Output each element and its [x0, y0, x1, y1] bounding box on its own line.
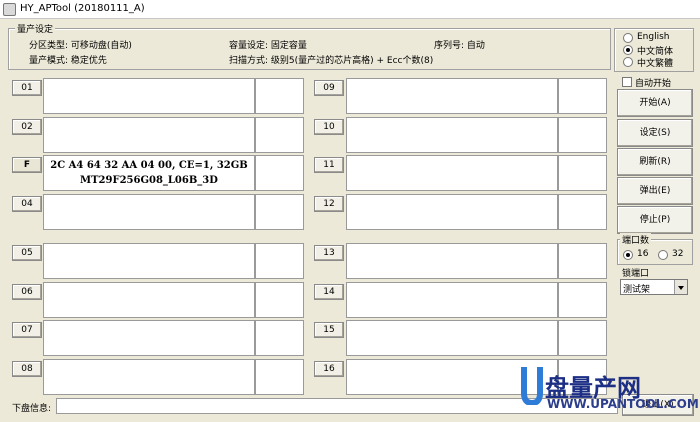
port-16-label: 16 — [637, 249, 649, 259]
stop-button[interactable]: 停止(P) — [617, 206, 693, 234]
slot-13-button[interactable]: 13 — [314, 245, 344, 261]
slot-02-button[interactable]: 02 — [12, 119, 42, 135]
slot-10-status — [558, 117, 607, 153]
watermark-url: WWW.UPANTOOL.COM — [547, 397, 699, 411]
slot-01-info — [43, 78, 255, 114]
slot-06-status — [255, 282, 304, 318]
slot-14-button[interactable]: 14 — [314, 284, 344, 300]
slot-11-status — [558, 155, 607, 191]
capacity-setting: 容量设定: 固定容量 — [229, 41, 307, 51]
start-button[interactable]: 开始(A) — [617, 89, 693, 117]
serial-number: 序列号: 自动 — [434, 41, 485, 51]
slot-07-status — [255, 320, 304, 356]
slot-11-info — [346, 155, 558, 191]
language-english-label: English — [637, 32, 670, 42]
language-group: English 中文简体 中文繁體 — [614, 28, 694, 72]
slot-13-info — [346, 243, 558, 279]
language-english-radio[interactable] — [623, 33, 633, 43]
auto-start-label: 自动开始 — [635, 79, 672, 89]
app-icon — [3, 3, 16, 16]
slot-07-button[interactable]: 07 — [12, 322, 42, 338]
status-label: 下盘信息: — [12, 404, 52, 414]
slot-08-status — [255, 359, 304, 395]
language-simplified-radio[interactable] — [623, 45, 633, 55]
slot-15-info — [346, 320, 558, 356]
slot-15-status — [558, 320, 607, 356]
slot-03-info: 2C A4 64 32 AA 04 00, CE=1, 32GB MT29F25… — [43, 155, 255, 191]
lock-port-label: 锁端口 — [622, 269, 650, 279]
slot-14-info — [346, 282, 558, 318]
slot-06-button[interactable]: 06 — [12, 284, 42, 300]
slot-14-status — [558, 282, 607, 318]
scan-mode: 扫描方式: 级别5(量产过的芯片高格) + Ecc个数(8) — [229, 56, 434, 66]
slot-05-info — [43, 243, 255, 279]
settings-group: 量产设定 分区类型: 可移动盘(自动) 容量设定: 固定容量 序列号: 自动 量… — [8, 22, 611, 70]
slot-16-button[interactable]: 16 — [314, 361, 344, 377]
port-count-label: 端口数 — [620, 233, 652, 246]
lock-port-value: 测试架 — [623, 285, 651, 295]
slot-10-button[interactable]: 10 — [314, 119, 344, 135]
slot-04-status — [255, 194, 304, 230]
slot-06-info — [43, 282, 255, 318]
slot-15-button[interactable]: 15 — [314, 322, 344, 338]
slot-01-status — [255, 78, 304, 114]
slot-11-button[interactable]: 11 — [314, 157, 344, 173]
slot-09-button[interactable]: 09 — [314, 80, 344, 96]
slot-09-info — [346, 78, 558, 114]
partition-type: 分区类型: 可移动盘(自动) — [29, 41, 132, 51]
slot-03-button[interactable]: F — [12, 157, 42, 173]
slot-01-button[interactable]: 01 — [12, 80, 42, 96]
slot-03-chip-id: 2C A4 64 32 AA 04 00, CE=1, 32GB — [50, 160, 248, 171]
slot-08-button[interactable]: 08 — [12, 361, 42, 377]
refresh-button[interactable]: 刷新(R) — [617, 148, 693, 176]
port-16-radio[interactable] — [623, 250, 633, 260]
slot-08-info — [43, 359, 255, 395]
language-traditional-radio[interactable] — [623, 57, 633, 67]
slot-05-status — [255, 243, 304, 279]
slot-09-status — [558, 78, 607, 114]
slot-12-status — [558, 194, 607, 230]
slot-12-button[interactable]: 12 — [314, 196, 344, 212]
slot-02-info — [43, 117, 255, 153]
title-bar: HY_APTool (20180111_A) — [0, 0, 700, 19]
slot-02-status — [255, 117, 304, 153]
language-traditional-label: 中文繁體 — [637, 59, 674, 69]
settings-group-label: 量产设定 — [15, 22, 56, 35]
port-32-label: 32 — [672, 249, 684, 259]
production-mode: 量产模式: 稳定优先 — [29, 56, 107, 66]
port-count-group: 端口数 16 32 — [617, 233, 693, 265]
slot-13-status — [558, 243, 607, 279]
slot-07-info — [43, 320, 255, 356]
port-32-radio[interactable] — [658, 250, 668, 260]
slot-05-button[interactable]: 05 — [12, 245, 42, 261]
slot-04-button[interactable]: 04 — [12, 196, 42, 212]
slot-03-status — [255, 155, 304, 191]
settings-button[interactable]: 设定(S) — [617, 119, 693, 147]
slot-12-info — [346, 194, 558, 230]
slot-03-chip-model: MT29F256G08_L06B_3D — [80, 175, 218, 186]
upantool-logo-icon — [521, 367, 543, 405]
auto-start-checkbox[interactable] — [622, 77, 632, 87]
window-title: HY_APTool (20180111_A) — [20, 3, 145, 14]
slot-04-info — [43, 194, 255, 230]
lock-port-select[interactable]: 测试架 — [620, 279, 688, 295]
slot-10-info — [346, 117, 558, 153]
eject-button[interactable]: 弹出(E) — [617, 177, 693, 205]
chevron-down-icon[interactable] — [674, 280, 687, 294]
